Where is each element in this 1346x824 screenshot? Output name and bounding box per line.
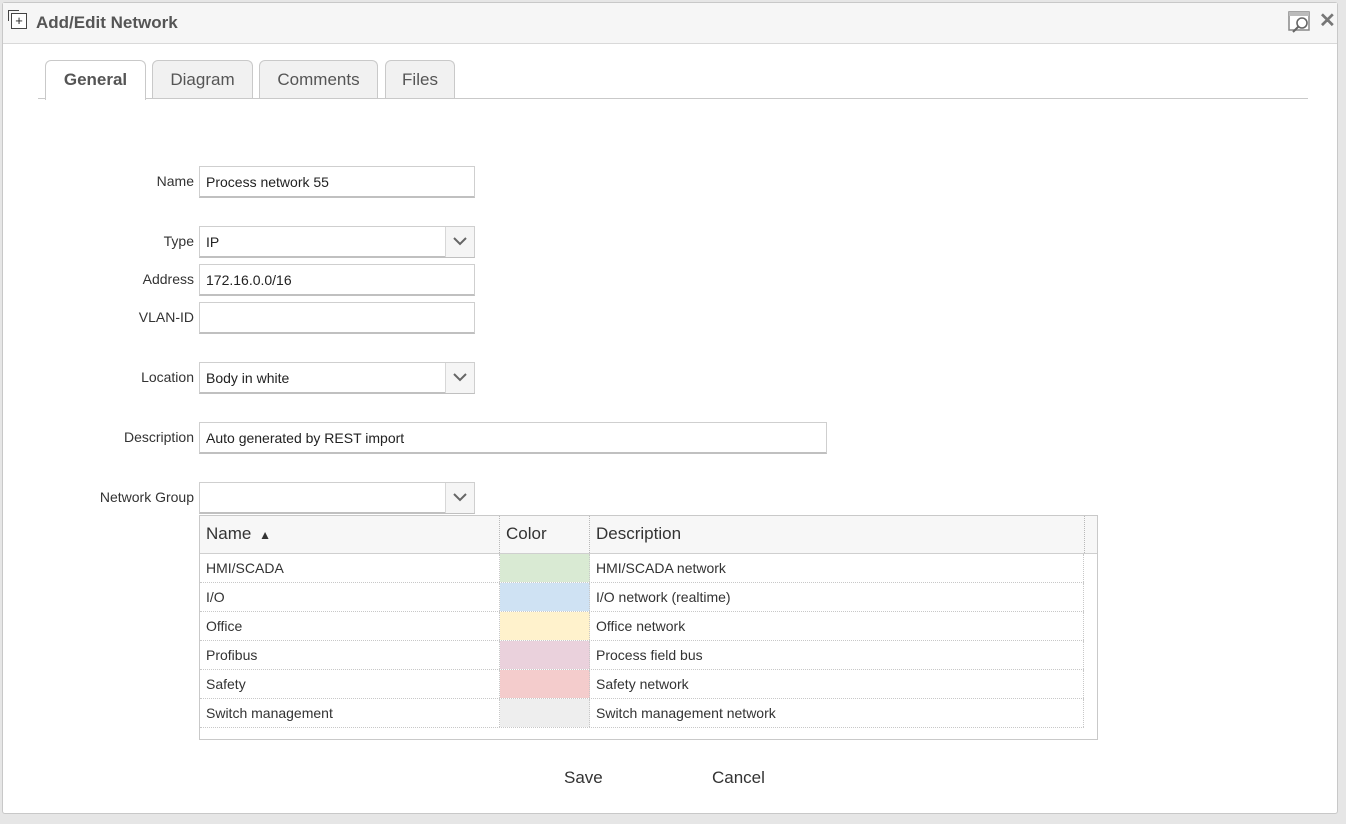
column-header-name[interactable]: Name ▲ (200, 516, 500, 553)
description-label: Description (123, 429, 194, 445)
address-label: Address (142, 271, 194, 287)
row-name: Switch management (200, 699, 500, 727)
grid-row[interactable]: Switch management Switch management netw… (200, 699, 1084, 728)
row-color-swatch (500, 554, 590, 582)
row-name: Profibus (200, 641, 500, 669)
save-button[interactable]: Save (564, 768, 603, 788)
magnifier-window-icon[interactable] (1287, 9, 1313, 35)
grid-row[interactable]: Profibus Process field bus (200, 641, 1084, 670)
row-name: Office (200, 612, 500, 640)
grid-row[interactable]: HMI/SCADA HMI/SCADA network (200, 554, 1084, 583)
chevron-down-icon[interactable] (445, 363, 474, 393)
row-color-swatch (500, 641, 590, 669)
add-box-icon: + (8, 10, 27, 29)
grid-row[interactable]: Safety Safety network (200, 670, 1084, 699)
column-header-color[interactable]: Color (500, 516, 590, 553)
row-color-swatch (500, 583, 590, 611)
dialog-titlebar: + Add/Edit Network ✕ (3, 3, 1337, 44)
grid-row[interactable]: Office Office network (200, 612, 1084, 641)
row-description: HMI/SCADA network (590, 554, 1084, 582)
row-description: Process field bus (590, 641, 1084, 669)
location-select-value: Body in white (206, 370, 290, 386)
cancel-button[interactable]: Cancel (712, 768, 765, 788)
address-input[interactable]: 172.16.0.0/16 (199, 264, 475, 296)
close-icon[interactable]: ✕ (1319, 11, 1337, 31)
type-label: Type (163, 233, 194, 249)
row-name: Safety (200, 670, 500, 698)
network-group-select[interactable] (199, 482, 475, 514)
tab-files[interactable]: Files (385, 60, 455, 98)
name-label: Name (156, 173, 194, 189)
row-color-swatch (500, 670, 590, 698)
tab-diagram[interactable]: Diagram (152, 60, 253, 98)
row-description: Safety network (590, 670, 1084, 698)
sort-ascending-icon: ▲ (259, 528, 271, 542)
chevron-down-icon[interactable] (445, 227, 474, 257)
row-color-swatch (500, 699, 590, 727)
row-description: Switch management network (590, 699, 1084, 727)
chevron-down-icon[interactable] (445, 483, 474, 513)
row-color-swatch (500, 612, 590, 640)
type-select-value: IP (206, 234, 220, 250)
grid-row[interactable]: I/O I/O network (realtime) (200, 583, 1084, 612)
grid-header: Name ▲ Color Description (200, 516, 1097, 554)
location-select[interactable]: Body in white (199, 362, 475, 394)
tab-comments[interactable]: Comments (259, 60, 378, 98)
name-input[interactable]: Process network 55 (199, 166, 475, 198)
location-label: Location (141, 369, 194, 385)
vlan-id-input[interactable] (199, 302, 475, 334)
row-description: I/O network (realtime) (590, 583, 1084, 611)
network-group-dropdown-grid: Name ▲ Color Description HMI/SCADA HMI/S… (199, 515, 1098, 740)
description-input[interactable]: Auto generated by REST import (199, 422, 827, 454)
column-header-description[interactable]: Description (590, 516, 1085, 553)
tab-general[interactable]: General (45, 60, 146, 100)
row-name: HMI/SCADA (200, 554, 500, 582)
row-name: I/O (200, 583, 500, 611)
vlan-id-label: VLAN-ID (138, 309, 194, 325)
type-select[interactable]: IP (199, 226, 475, 258)
row-description: Office network (590, 612, 1084, 640)
dialog-title: Add/Edit Network (36, 13, 178, 32)
network-group-label: Network Group (99, 489, 194, 505)
